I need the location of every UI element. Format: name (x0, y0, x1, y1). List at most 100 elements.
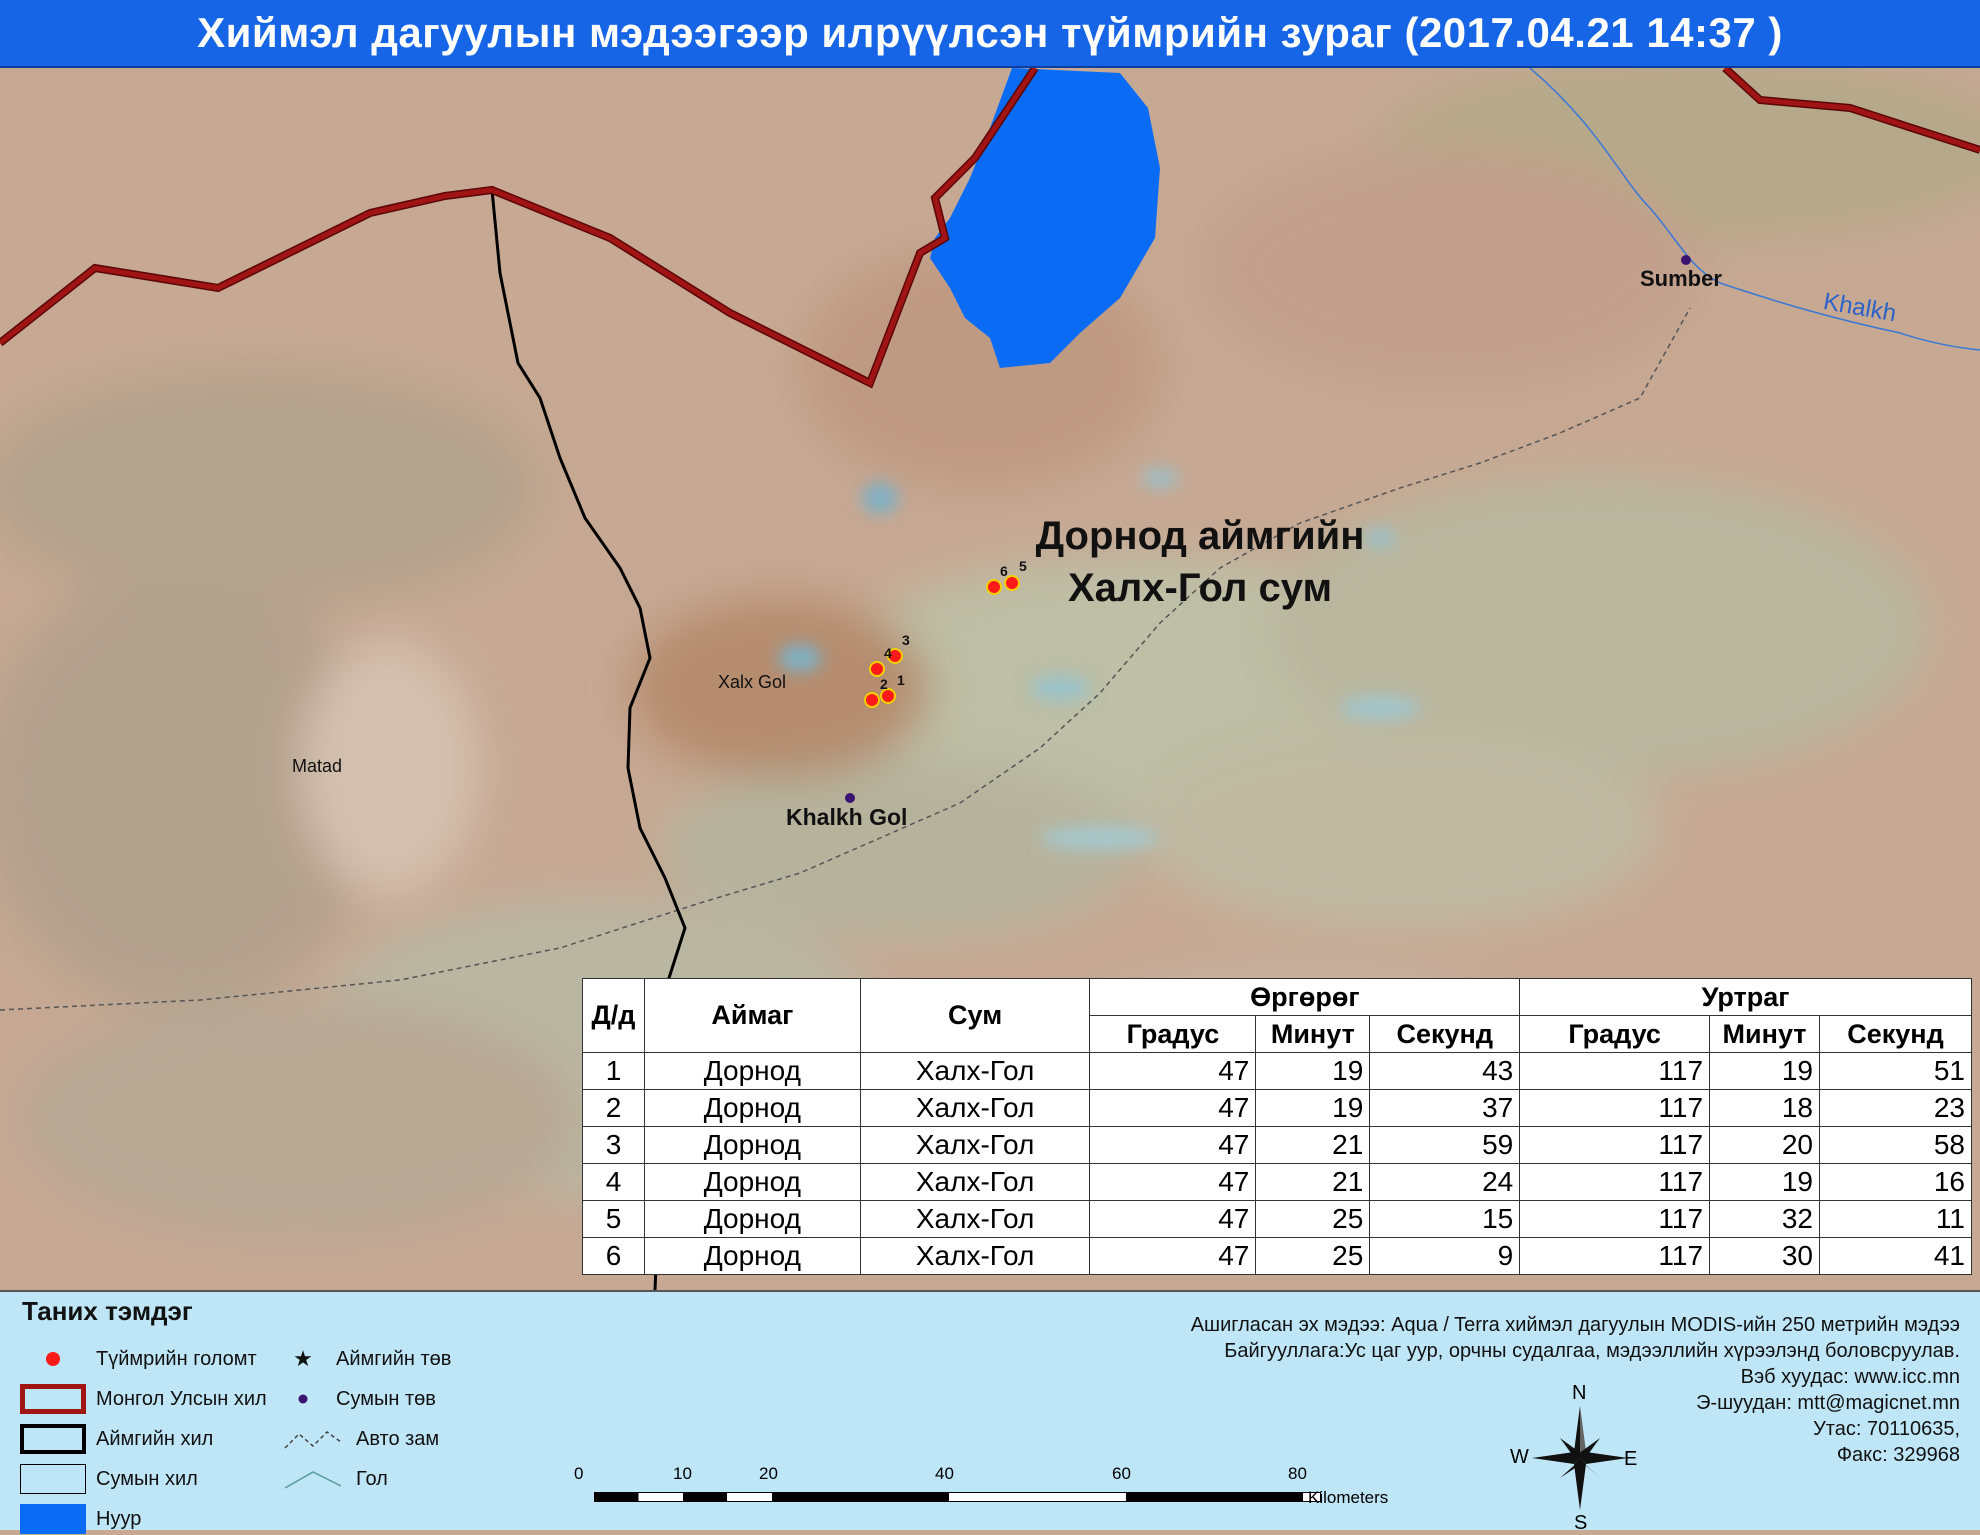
fire-point-2[interactable] (864, 692, 880, 708)
scale-tick-80: 80 (1288, 1464, 1307, 1483)
cell-sum: Халх-Гол (859, 1237, 1091, 1275)
legend-item-aimag-center: ★ Аймгийн төв (280, 1344, 451, 1374)
cell-lon-d: 117 (1519, 1052, 1711, 1090)
river-icon (280, 1464, 346, 1494)
cell-no: 6 (582, 1237, 645, 1275)
legend-item-road: Авто зам (280, 1424, 439, 1454)
scale-tick-20: 20 (759, 1464, 778, 1483)
legend-label-road: Авто зам (356, 1427, 440, 1450)
compass-n: N (1572, 1382, 1587, 1404)
scale-tick-60: 60 (1112, 1464, 1131, 1483)
cell-lat-s: 15 (1369, 1200, 1521, 1238)
legend-label-river: Гол (356, 1467, 388, 1490)
table-row: 4 Дорнод Халх-Гол 47 21 24 117 19 16 (582, 1163, 1972, 1201)
legend-label-sum-center: Сумын төв (336, 1387, 436, 1410)
scale-tick-40: 40 (935, 1464, 954, 1483)
compass-e: E (1624, 1448, 1638, 1470)
legend-label-aimag-border: Аймгийн хил (96, 1427, 214, 1450)
compass-s: S (1574, 1512, 1588, 1534)
header-lon-degree: Градус (1519, 1015, 1711, 1053)
fire-label-2: 2 (880, 676, 888, 692)
legend-item-sum-center: Сумын төв (280, 1384, 436, 1414)
national-border-icon (20, 1384, 86, 1414)
sum-center-icon (280, 1384, 326, 1414)
cell-lat-m: 21 (1255, 1126, 1371, 1164)
table-row: 3 Дорнод Халх-Гол 47 21 59 117 20 58 (582, 1126, 1972, 1164)
cell-lat-d: 47 (1089, 1052, 1257, 1090)
table-row: 6 Дорнод Халх-Гол 47 25 9 117 30 41 (582, 1237, 1972, 1275)
cell-lon-s: 41 (1819, 1237, 1972, 1275)
cell-no: 5 (582, 1200, 645, 1238)
cell-lat-s: 24 (1369, 1163, 1521, 1201)
cell-aimag: Дорнод (643, 1052, 861, 1090)
sum-border-icon (20, 1464, 86, 1494)
scale-tick-10: 10 (673, 1464, 692, 1483)
header-lon-minute: Минут (1709, 1015, 1821, 1053)
fire-point-6[interactable] (986, 579, 1002, 595)
header-aimag: Аймаг (643, 978, 861, 1053)
header-no: Д/д (582, 978, 645, 1053)
credit-organization: Байгууллага:Ус цаг уур, орчны судалгаа, … (1224, 1340, 1960, 1362)
cell-lon-d: 117 (1519, 1126, 1711, 1164)
cell-lon-m: 20 (1709, 1126, 1821, 1164)
scale-unit: Kilometers (1308, 1488, 1389, 1507)
sum-center-sumber[interactable] (1681, 255, 1691, 265)
table-row: 2 Дорнод Халх-Гол 47 19 37 117 18 23 (582, 1089, 1972, 1127)
label-sumber: Sumber (1640, 266, 1722, 291)
cell-no: 2 (582, 1089, 645, 1127)
cell-lat-d: 47 (1089, 1163, 1257, 1201)
cell-lon-d: 117 (1519, 1089, 1711, 1127)
region-title: Дорнод аймгийн Халх-Гол сум (1020, 510, 1380, 614)
cell-lon-m: 30 (1709, 1237, 1821, 1275)
legend-item-sum-border: Сумын хил (20, 1464, 198, 1494)
cell-lon-m: 18 (1709, 1089, 1821, 1127)
cell-lat-s: 37 (1369, 1089, 1521, 1127)
legend-label-aimag-center: Аймгийн төв (336, 1347, 452, 1370)
fire-label-5: 5 (1019, 558, 1027, 574)
table-row: 5 Дорнод Халх-Гол 47 25 15 117 32 11 (582, 1200, 1972, 1238)
cell-lat-m: 21 (1255, 1163, 1371, 1201)
cell-lon-d: 117 (1519, 1163, 1711, 1201)
map-title: Хиймэл дагуулын мэдээгээр илрүүлсэн түйм… (197, 9, 1783, 56)
header-lon-second: Секунд (1819, 1015, 1972, 1053)
legend-title: Таних тэмдэг (22, 1296, 193, 1326)
header-lat-degree: Градус (1089, 1015, 1257, 1053)
credit-source: Ашигласан эх мэдээ: Aqua / Terra хиймэл … (1190, 1314, 1960, 1336)
cell-lon-s: 58 (1819, 1126, 1972, 1164)
label-matad: Matad (292, 756, 343, 776)
cell-aimag: Дорнод (643, 1237, 861, 1275)
label-xalx-gol: Xalx Gol (718, 672, 787, 692)
scale-bar: 0 10 20 40 60 80 Kilometers (574, 1460, 1418, 1520)
cell-lat-d: 47 (1089, 1237, 1257, 1275)
region-title-line2: Халх-Гол сум (1067, 566, 1333, 610)
cell-aimag: Дорнод (643, 1200, 861, 1238)
cell-sum: Халх-Гол (859, 1052, 1091, 1090)
cell-sum: Халх-Гол (859, 1126, 1091, 1164)
legend-label-fire: Түймрийн голомт (96, 1347, 257, 1370)
road-icon (280, 1424, 346, 1454)
legend-item-national-border: Монгол Улсын хил (20, 1384, 267, 1414)
cell-no: 3 (582, 1126, 645, 1164)
cell-lat-m: 19 (1255, 1089, 1371, 1127)
fire-label-6: 6 (1000, 563, 1008, 579)
cell-sum: Халх-Гол (859, 1089, 1091, 1127)
fire-label-1: 1 (897, 672, 905, 688)
cell-lon-s: 51 (1819, 1052, 1972, 1090)
cell-sum: Халх-Гол (859, 1163, 1091, 1201)
cell-lat-m: 25 (1255, 1237, 1371, 1275)
cell-lon-d: 117 (1519, 1200, 1711, 1238)
header-lat-second: Секунд (1369, 1015, 1521, 1053)
north-arrow: N S W E (1510, 1382, 1650, 1534)
star-icon: ★ (293, 1346, 313, 1371)
cell-lat-d: 47 (1089, 1089, 1257, 1127)
scale-tick-0: 0 (574, 1464, 584, 1483)
header-sum: Сум (859, 978, 1091, 1053)
sum-center-khalkh-gol[interactable] (845, 793, 855, 803)
fire-label-3: 3 (902, 632, 910, 648)
fire-coordinates-table: Д/д Аймаг Сум Өргөрөг Уртраг Градус Мину… (582, 978, 1972, 1275)
compass-w: W (1510, 1446, 1529, 1468)
header-lat-minute: Минут (1255, 1015, 1371, 1053)
cell-aimag: Дорнод (643, 1126, 861, 1164)
fire-point-4[interactable] (869, 661, 885, 677)
legend-item-fire: Түймрийн голомт (20, 1344, 257, 1374)
